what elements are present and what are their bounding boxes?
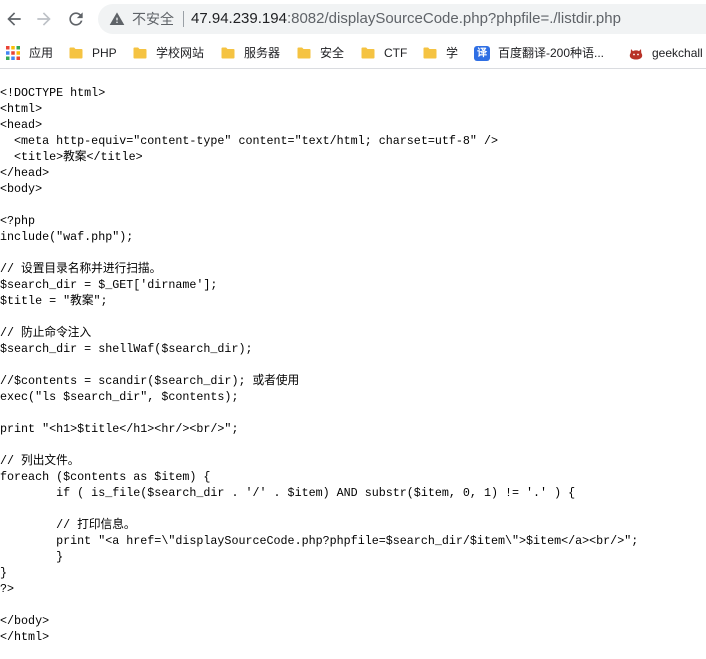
code-line: <meta http-equiv="content-type" content=… xyxy=(0,134,498,148)
bookmark-folder-php[interactable]: PHP xyxy=(68,38,117,68)
code-line: if ( is_file($search_dir . '/' . $item) … xyxy=(0,486,576,500)
favicon-icon xyxy=(628,45,644,61)
code-line: </head> xyxy=(0,166,50,180)
browser-toolbar: 不安全 47.94.239.194:8082/displaySourceCode… xyxy=(0,0,706,38)
folder-icon xyxy=(132,45,148,61)
folder-icon xyxy=(68,45,84,61)
url-path: :8082/displaySourceCode.php?phpfile=./li… xyxy=(286,10,621,27)
folder-icon xyxy=(296,45,312,61)
url-text[interactable]: 47.94.239.194:8082/displaySourceCode.php… xyxy=(191,4,621,34)
code-line: print "<h1>$title</h1><hr/><br/>"; xyxy=(0,422,239,436)
code-line: foreach ($contents as $item) { xyxy=(0,470,211,484)
bookmark-label: PHP xyxy=(92,46,117,60)
bookmark-label: 安全 xyxy=(320,46,345,60)
url-host: 47.94.239.194 xyxy=(191,10,287,27)
code-line: } xyxy=(0,550,64,564)
bookmark-folder-ctf[interactable]: CTF xyxy=(360,38,407,68)
arrow-forward-icon xyxy=(37,12,51,26)
folder-icon xyxy=(360,45,376,61)
code-line: <title>教案</title> xyxy=(0,150,143,164)
code-line: <html> xyxy=(0,102,43,116)
code-line: ?> xyxy=(0,582,15,596)
code-line: <?php xyxy=(0,214,36,228)
bookmark-folder-security[interactable]: 安全 xyxy=(296,38,344,68)
bookmark-label: 百度翻译-200种语... xyxy=(498,46,605,60)
code-line: <!DOCTYPE html> xyxy=(0,86,106,100)
bookmark-label: 学校网站 xyxy=(156,46,205,60)
reload-button[interactable] xyxy=(66,9,86,29)
code-line: // 打印信息。 xyxy=(0,518,136,532)
code-line: $title = "教案"; xyxy=(0,294,108,308)
bookmark-label: 学 xyxy=(446,46,459,60)
code-line: include("waf.php"); xyxy=(0,230,134,244)
code-line: </body> xyxy=(0,614,50,628)
security-indicator[interactable]: 不安全 xyxy=(98,4,182,34)
code-line: //$contents = scandir($search_dir); 或者使用 xyxy=(0,374,300,388)
address-bar[interactable]: 不安全 47.94.239.194:8082/displaySourceCode… xyxy=(98,4,706,34)
code-line: } xyxy=(0,566,8,580)
code-line: // 防止命令注入 xyxy=(0,326,92,340)
bookmark-baidu-translate[interactable]: 译 百度翻译-200种语... xyxy=(474,38,604,68)
code-line: $search_dir = shellWaf($search_dir); xyxy=(0,342,253,356)
back-button[interactable] xyxy=(4,9,24,29)
code-line: <body> xyxy=(0,182,43,196)
folder-icon xyxy=(422,45,438,61)
bookmark-folder-study[interactable]: 学 xyxy=(422,38,458,68)
bookmark-label: geekchall xyxy=(652,46,703,60)
code-line: $search_dir = $_GET['dirname']; xyxy=(0,278,218,292)
arrow-back-icon xyxy=(7,12,21,26)
page-source-view: <!DOCTYPE html> <html> <head> <meta http… xyxy=(0,85,706,645)
folder-icon xyxy=(220,45,236,61)
code-line: </html> xyxy=(0,630,50,644)
code-line: <head> xyxy=(0,118,43,132)
code-line: // 设置目录名称并进行扫描。 xyxy=(0,262,162,276)
warning-icon xyxy=(109,11,125,27)
bookmark-label: 应用 xyxy=(29,46,54,60)
translate-icon: 译 xyxy=(474,45,490,61)
bookmark-geekchall[interactable]: geekchall xyxy=(628,38,703,68)
apps-icon xyxy=(5,45,21,61)
code-line: exec("ls $search_dir", $contents); xyxy=(0,390,239,404)
reload-icon xyxy=(69,12,83,26)
forward-button[interactable] xyxy=(34,9,54,29)
bookmark-folder-server[interactable]: 服务器 xyxy=(220,38,280,68)
code-line: // 列出文件。 xyxy=(0,454,80,468)
code-line: print "<a href=\"displaySourceCode.php?p… xyxy=(0,534,639,548)
bookmark-label: CTF xyxy=(384,46,408,60)
bookmarks-bar: 应用 PHP 学校网站 服务器 安全 CTF 学 译 百度翻译-200种语...… xyxy=(0,38,706,69)
security-label: 不安全 xyxy=(132,11,174,27)
bookmark-apps[interactable]: 应用 xyxy=(5,38,53,68)
bookmark-label: 服务器 xyxy=(244,46,281,60)
bookmark-folder-school[interactable]: 学校网站 xyxy=(132,38,204,68)
address-separator xyxy=(183,11,184,27)
